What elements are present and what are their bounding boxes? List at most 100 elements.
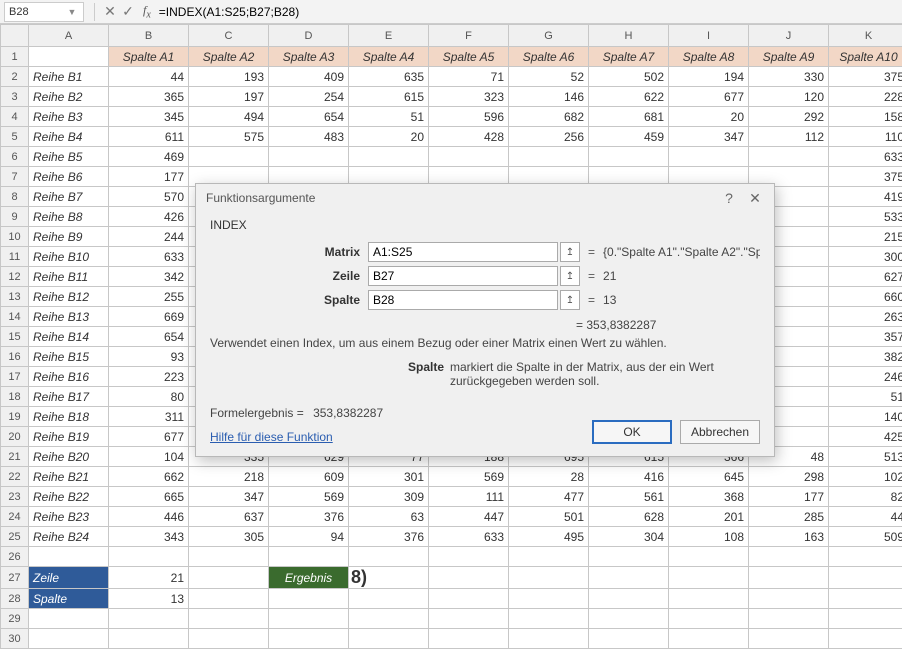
- cell[interactable]: 244: [109, 227, 189, 247]
- range-picker-icon[interactable]: ↥: [560, 242, 580, 262]
- row-header-18[interactable]: 18: [1, 387, 29, 407]
- cell[interactable]: [189, 147, 269, 167]
- cell[interactable]: 330: [749, 67, 829, 87]
- cancel-button[interactable]: Abbrechen: [680, 420, 760, 444]
- cell[interactable]: 654: [269, 107, 349, 127]
- cell[interactable]: 561: [589, 487, 669, 507]
- cell[interactable]: [669, 589, 749, 609]
- cell[interactable]: 376: [269, 507, 349, 527]
- cell[interactable]: Reihe B1: [29, 67, 109, 87]
- cell[interactable]: Reihe B23: [29, 507, 109, 527]
- cell[interactable]: [189, 589, 269, 609]
- cell[interactable]: Spalte A7: [589, 47, 669, 67]
- cell[interactable]: 368: [669, 487, 749, 507]
- cell[interactable]: 120: [749, 87, 829, 107]
- arg-input-matrix[interactable]: [368, 242, 558, 262]
- cell[interactable]: 635: [349, 67, 429, 87]
- cell[interactable]: 215: [829, 227, 902, 247]
- cell[interactable]: 469: [109, 147, 189, 167]
- col-header-H[interactable]: H: [589, 25, 669, 47]
- cell[interactable]: [109, 547, 189, 567]
- cell[interactable]: Reihe B21: [29, 467, 109, 487]
- cell[interactable]: 513: [829, 447, 902, 467]
- cell[interactable]: Reihe B14: [29, 327, 109, 347]
- cell-ergebnis-label[interactable]: Ergebnis: [269, 567, 349, 589]
- cell[interactable]: 323: [429, 87, 509, 107]
- row-header-30[interactable]: 30: [1, 629, 29, 649]
- cell[interactable]: [589, 629, 669, 649]
- cell[interactable]: 633: [429, 527, 509, 547]
- cell[interactable]: 194: [669, 67, 749, 87]
- cell[interactable]: [349, 629, 429, 649]
- cell[interactable]: 256: [509, 127, 589, 147]
- cell[interactable]: 305: [189, 527, 269, 547]
- cell[interactable]: Reihe B4: [29, 127, 109, 147]
- cell[interactable]: 615: [349, 87, 429, 107]
- row-header-29[interactable]: 29: [1, 609, 29, 629]
- row-header-5[interactable]: 5: [1, 127, 29, 147]
- cell[interactable]: [749, 609, 829, 629]
- cell[interactable]: Reihe B22: [29, 487, 109, 507]
- help-link[interactable]: Hilfe für diese Funktion: [210, 430, 383, 444]
- cell[interactable]: 627: [829, 267, 902, 287]
- cell-ergebnis-value[interactable]: 8): [349, 567, 429, 589]
- row-header-4[interactable]: 4: [1, 107, 29, 127]
- cell[interactable]: 300: [829, 247, 902, 267]
- cell[interactable]: [29, 609, 109, 629]
- cell[interactable]: [269, 589, 349, 609]
- cell[interactable]: [109, 629, 189, 649]
- cell[interactable]: Reihe B9: [29, 227, 109, 247]
- cell[interactable]: 375: [829, 167, 902, 187]
- cell[interactable]: [189, 629, 269, 649]
- cell[interactable]: 197: [189, 87, 269, 107]
- cell[interactable]: Reihe B18: [29, 407, 109, 427]
- cell[interactable]: 677: [669, 87, 749, 107]
- cell[interactable]: 345: [109, 107, 189, 127]
- cell[interactable]: [669, 567, 749, 589]
- cell[interactable]: [429, 589, 509, 609]
- cell[interactable]: [669, 609, 749, 629]
- cell[interactable]: 342: [109, 267, 189, 287]
- row-header-2[interactable]: 2: [1, 67, 29, 87]
- cell[interactable]: [269, 147, 349, 167]
- cell[interactable]: Spalte A6: [509, 47, 589, 67]
- cell[interactable]: [749, 147, 829, 167]
- cell[interactable]: 304: [589, 527, 669, 547]
- name-box[interactable]: B28 ▼: [4, 2, 84, 22]
- cell[interactable]: 645: [669, 467, 749, 487]
- cell[interactable]: Reihe B20: [29, 447, 109, 467]
- cell[interactable]: [509, 547, 589, 567]
- select-all-corner[interactable]: [1, 25, 29, 47]
- col-header-A[interactable]: A: [29, 25, 109, 47]
- row-header-13[interactable]: 13: [1, 287, 29, 307]
- cell[interactable]: 533: [829, 207, 902, 227]
- cell[interactable]: [829, 567, 902, 589]
- cell[interactable]: Spalte A1: [109, 47, 189, 67]
- cell[interactable]: 255: [109, 287, 189, 307]
- cell[interactable]: 501: [509, 507, 589, 527]
- col-header-C[interactable]: C: [189, 25, 269, 47]
- cell[interactable]: 428: [429, 127, 509, 147]
- cell[interactable]: 677: [109, 427, 189, 447]
- cell[interactable]: [109, 609, 189, 629]
- cell[interactable]: [589, 547, 669, 567]
- cell[interactable]: Spalte A8: [669, 47, 749, 67]
- cell[interactable]: Reihe B19: [29, 427, 109, 447]
- arg-input-zeile[interactable]: [368, 266, 558, 286]
- cell[interactable]: Reihe B2: [29, 87, 109, 107]
- cell[interactable]: [349, 547, 429, 567]
- cell[interactable]: 71: [429, 67, 509, 87]
- cell[interactable]: [349, 609, 429, 629]
- cell[interactable]: [269, 547, 349, 567]
- col-header-J[interactable]: J: [749, 25, 829, 47]
- cell[interactable]: [269, 609, 349, 629]
- cell[interactable]: 112: [749, 127, 829, 147]
- cell[interactable]: 570: [109, 187, 189, 207]
- cell[interactable]: 146: [509, 87, 589, 107]
- cell[interactable]: [349, 589, 429, 609]
- cell[interactable]: Reihe B8: [29, 207, 109, 227]
- cell[interactable]: 82: [829, 487, 902, 507]
- cell[interactable]: Reihe B17: [29, 387, 109, 407]
- cell[interactable]: Reihe B13: [29, 307, 109, 327]
- cell[interactable]: Reihe B11: [29, 267, 109, 287]
